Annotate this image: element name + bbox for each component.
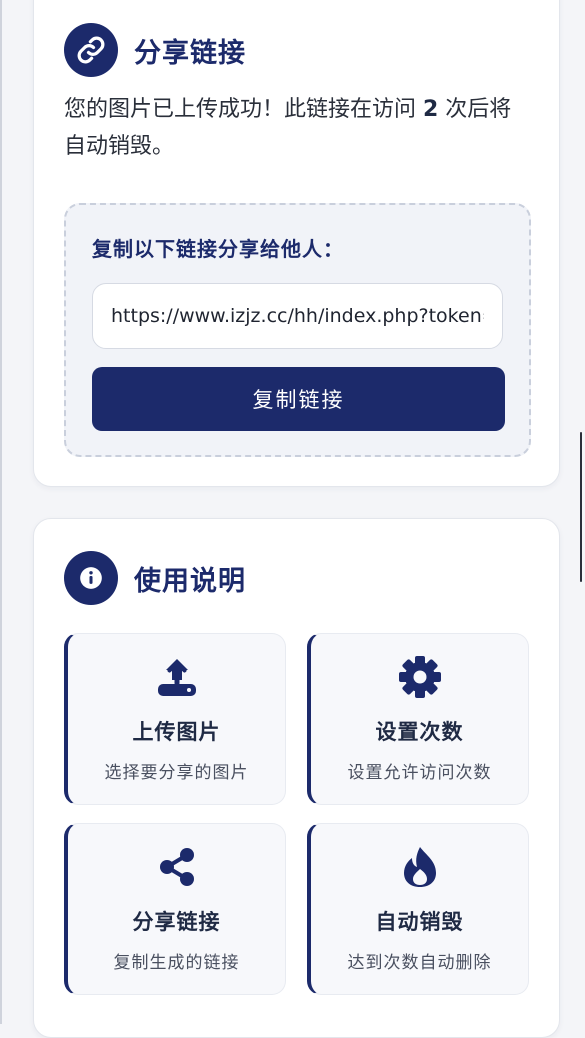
guide-card-title: 使用说明 (134, 565, 246, 597)
step-set-count: 设置次数 设置允许访问次数 (307, 633, 529, 805)
step-title: 上传图片 (132, 720, 221, 744)
step-description: 达到次数自动删除 (347, 953, 492, 973)
visit-count: 2 (423, 97, 439, 122)
step-auto-destroy: 自动销毁 达到次数自动删除 (307, 823, 529, 995)
step-share-link: 分享链接 复制生成的链接 (64, 823, 286, 995)
copy-link-panel: 复制以下链接分享给他人： 复制链接 (64, 203, 531, 457)
upload-success-message: 您的图片已上传成功！此链接在访问 2 次后将自动销毁。 (64, 91, 524, 165)
step-description: 设置允许访问次数 (347, 763, 492, 783)
guide-card-header: 使用说明 (64, 551, 246, 605)
upload-icon (154, 654, 200, 700)
usage-guide-card: 使用说明 上传图片 选择要分享的图片 设置次数 设置允许访问次数 分享链接 复制… (33, 518, 560, 1038)
scrollbar[interactable] (580, 432, 582, 582)
flame-icon (397, 844, 443, 890)
share-link-card: 分享链接 您的图片已上传成功！此链接在访问 2 次后将自动销毁。 复制以下链接分… (33, 0, 560, 487)
info-icon (64, 551, 118, 605)
step-upload-image: 上传图片 选择要分享的图片 (64, 633, 286, 805)
copy-link-label: 复制以下链接分享给他人： (92, 237, 344, 261)
link-icon (64, 23, 118, 77)
message-text-before: 您的图片已上传成功！此链接在访问 (64, 97, 423, 122)
step-title: 分享链接 (132, 910, 221, 934)
gear-icon (397, 654, 443, 700)
step-title: 自动销毁 (375, 910, 464, 934)
share-card-header: 分享链接 (64, 23, 246, 77)
step-description: 选择要分享的图片 (104, 763, 249, 783)
step-description: 复制生成的链接 (113, 953, 240, 973)
page-left-border (0, 0, 2, 1024)
usage-steps: 上传图片 选择要分享的图片 设置次数 设置允许访问次数 分享链接 复制生成的链接… (64, 633, 531, 997)
step-title: 设置次数 (375, 720, 464, 744)
copy-link-button[interactable]: 复制链接 (92, 367, 505, 431)
share-card-title: 分享链接 (134, 37, 246, 69)
share-icon (154, 844, 200, 890)
share-link-input[interactable] (92, 283, 503, 349)
